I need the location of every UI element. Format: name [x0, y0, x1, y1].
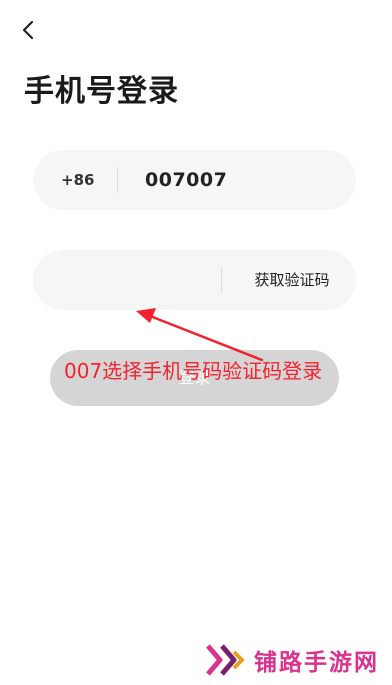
divider: [221, 267, 222, 293]
watermark: 铺路手游网: [204, 640, 379, 680]
page-title: 手机号登录: [24, 74, 179, 109]
verification-code-field[interactable]: 获取验证码: [33, 250, 356, 310]
divider: [117, 167, 118, 193]
back-button[interactable]: [16, 18, 40, 42]
chevron-left-icon: [22, 20, 34, 40]
annotation-text: 007选择手机号码验证码登录: [64, 359, 323, 383]
country-code[interactable]: +86: [61, 150, 94, 210]
double-chevron-logo: [206, 644, 244, 676]
phone-field[interactable]: +86 007007: [33, 150, 356, 210]
watermark-text: 铺路手游网: [254, 650, 379, 676]
verification-code-input[interactable]: [53, 260, 217, 302]
get-code-button[interactable]: 获取验证码: [239, 250, 345, 310]
phone-number-value[interactable]: 007007: [145, 150, 227, 210]
